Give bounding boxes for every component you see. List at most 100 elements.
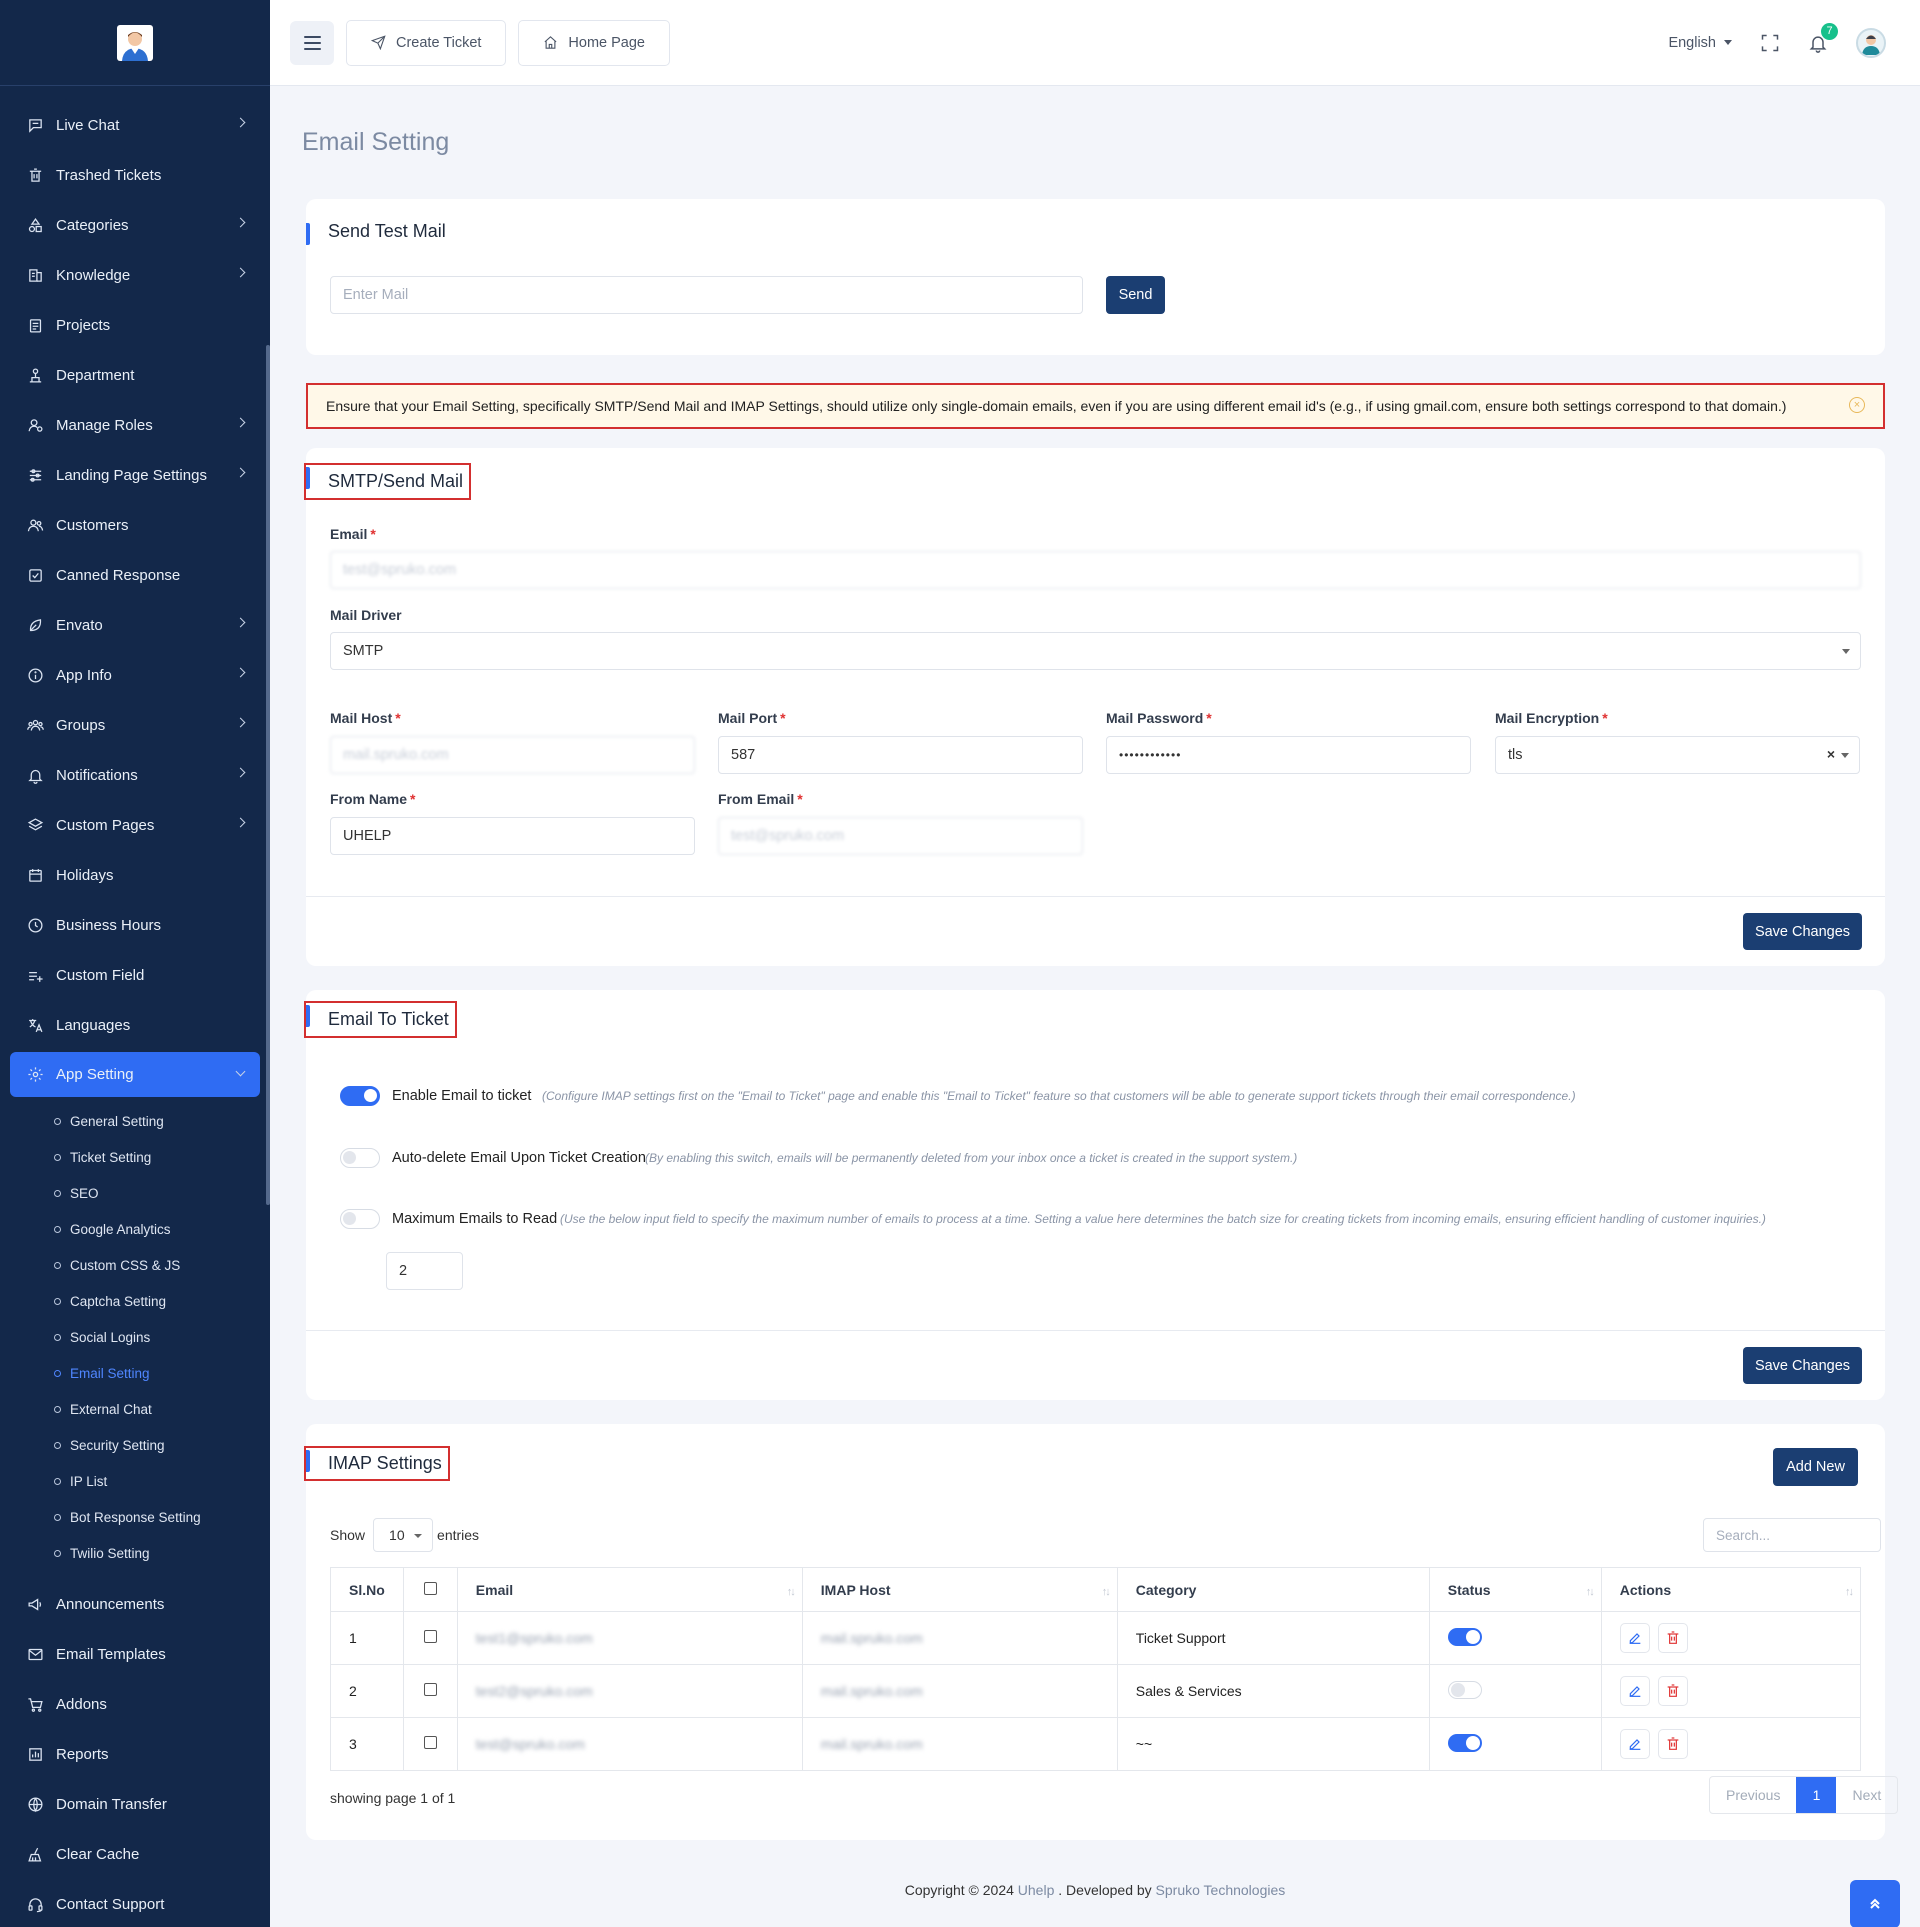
sidebar-logo[interactable] (0, 0, 270, 86)
clear-icon[interactable]: × (1827, 746, 1835, 762)
column-header-status[interactable]: Status ↑↓ (1428, 1567, 1602, 1612)
sidebar-item-email-templates[interactable]: Email Templates (0, 1629, 270, 1679)
toggle-auto-delete-email-upon-ticket-creation[interactable] (340, 1148, 380, 1168)
sidebar-item-canned-response[interactable]: Canned Response (0, 550, 270, 600)
toggle-enable-email-to-ticket[interactable] (340, 1086, 380, 1106)
trash-icon (1667, 1684, 1679, 1697)
entries-select[interactable]: 10 (373, 1518, 434, 1552)
close-icon[interactable]: × (1849, 397, 1865, 413)
from-email-input[interactable]: test@spruko.com (718, 817, 1083, 855)
mail-encryption-select[interactable]: tls × (1495, 736, 1860, 774)
sidebar-item-groups[interactable]: Groups (0, 700, 270, 750)
edit-button[interactable] (1619, 1623, 1650, 1653)
sidebar-item-custom-field[interactable]: Custom Field (0, 950, 270, 1000)
submenu-item-general-setting[interactable]: General Setting (0, 1103, 270, 1139)
footer-company-link[interactable]: Spruko Technologies (1156, 1882, 1286, 1898)
sidebar-item-label: Clear Cache (56, 1845, 140, 1863)
sidebar-scrollbar[interactable] (266, 345, 270, 1205)
submenu-item-security-setting[interactable]: Security Setting (0, 1427, 270, 1463)
select-all-checkbox[interactable] (423, 1581, 437, 1595)
create-ticket-button[interactable]: Create Ticket (346, 19, 507, 66)
sidebar-item-holidays[interactable]: Holidays (0, 850, 270, 900)
sidebar-item-custom-pages[interactable]: Custom Pages (0, 800, 270, 850)
delete-button[interactable] (1657, 1623, 1688, 1653)
submenu-item-email-setting[interactable]: Email Setting (0, 1355, 270, 1391)
status-toggle[interactable] (1447, 1627, 1482, 1646)
delete-button[interactable] (1657, 1729, 1688, 1759)
max-emails-input[interactable]: 2 (386, 1252, 463, 1290)
sidebar-item-announcements[interactable]: Announcements (0, 1579, 270, 1629)
submenu-item-ip-list[interactable]: IP List (0, 1463, 270, 1499)
sidebar-item-notifications[interactable]: Notifications (0, 750, 270, 800)
home-page-button[interactable]: Home Page (518, 19, 670, 66)
language-dropdown[interactable]: English (1668, 35, 1732, 51)
column-header-slno[interactable]: Sl.No (330, 1567, 404, 1612)
row-checkbox[interactable] (423, 1736, 437, 1749)
sidebar-item-live-chat[interactable]: Live Chat (0, 100, 270, 150)
sidebar-item-contact-support[interactable]: Contact Support (0, 1879, 270, 1927)
row-checkbox[interactable] (423, 1630, 437, 1643)
mail-host-input[interactable]: mail.spruko.com (330, 736, 695, 774)
submenu-item-bot-response-setting[interactable]: Bot Response Setting (0, 1499, 270, 1535)
add-new-button[interactable]: Add New (1773, 1448, 1858, 1486)
smtp-save-button[interactable]: Save Changes (1743, 913, 1862, 950)
sidebar-item-projects[interactable]: Projects (0, 300, 270, 350)
from-name-input[interactable]: UHELP (330, 817, 695, 855)
column-header-category[interactable]: Category (1116, 1567, 1430, 1612)
table-search-input[interactable]: Search... (1703, 1518, 1881, 1552)
row-checkbox[interactable] (423, 1683, 437, 1696)
footer-brand-link[interactable]: Uhelp (1018, 1882, 1055, 1898)
status-toggle[interactable] (1447, 1733, 1482, 1752)
notifications-button[interactable]: 7 (1808, 22, 1838, 53)
sidebar-item-languages[interactable]: Languages (0, 1000, 270, 1050)
send-button[interactable]: Send (1106, 276, 1165, 314)
sidebar-item-app-setting[interactable]: App Setting (10, 1052, 260, 1097)
sidebar-item-addons[interactable]: Addons (0, 1679, 270, 1729)
sidebar-item-knowledge[interactable]: Knowledge (0, 250, 270, 300)
back-to-top-button[interactable] (1850, 1880, 1900, 1927)
sidebar-item-app-info[interactable]: App Info (0, 650, 270, 700)
fullscreen-button[interactable] (1760, 33, 1780, 53)
submenu-item-custom-css-js[interactable]: Custom CSS & JS (0, 1247, 270, 1283)
menu-toggle-button[interactable] (290, 20, 334, 65)
column-header-actions[interactable]: Actions ↑↓ (1600, 1567, 1862, 1612)
status-toggle[interactable] (1447, 1680, 1482, 1699)
delete-button[interactable] (1657, 1676, 1688, 1706)
sidebar-item-clear-cache[interactable]: Clear Cache (0, 1829, 270, 1879)
user-avatar-icon (1862, 34, 1880, 55)
submenu-item-google-analytics[interactable]: Google Analytics (0, 1211, 270, 1247)
mail-password-input[interactable]: •••••••••••• (1106, 736, 1471, 774)
email-to-ticket-save-button[interactable]: Save Changes (1743, 1347, 1862, 1384)
smtp-email-input[interactable]: test@spruko.com (330, 551, 1861, 589)
edit-button[interactable] (1619, 1676, 1650, 1706)
submenu-item-twilio-setting[interactable]: Twilio Setting (0, 1535, 270, 1571)
sidebar-item-business-hours[interactable]: Business Hours (0, 900, 270, 950)
submenu-item-social-logins[interactable]: Social Logins (0, 1319, 270, 1355)
sidebar-item-label: Custom Pages (56, 816, 155, 834)
submenu-item-external-chat[interactable]: External Chat (0, 1391, 270, 1427)
previous-page-button[interactable]: Previous (1710, 1777, 1796, 1813)
mail-driver-select[interactable]: SMTP (330, 632, 1861, 670)
mail-driver-value: SMTP (343, 643, 384, 659)
submenu-item-ticket-setting[interactable]: Ticket Setting (0, 1139, 270, 1175)
page-1-button[interactable]: 1 (1796, 1777, 1837, 1813)
sidebar-item-reports[interactable]: Reports (0, 1729, 270, 1779)
sidebar-item-categories[interactable]: Categories (0, 200, 270, 250)
submenu-item-captcha-setting[interactable]: Captcha Setting (0, 1283, 270, 1319)
next-page-button[interactable]: Next (1836, 1777, 1897, 1813)
column-header-imap-host[interactable]: IMAP Host ↑↓ (801, 1567, 1118, 1612)
mail-port-input[interactable]: 587 (718, 736, 1083, 774)
sidebar-item-department[interactable]: Department (0, 350, 270, 400)
test-mail-input[interactable]: Enter Mail (330, 276, 1083, 314)
user-avatar[interactable] (1856, 27, 1886, 58)
column-header-email[interactable]: Email ↑↓ (456, 1567, 803, 1612)
sidebar-item-trashed-tickets[interactable]: Trashed Tickets (0, 150, 270, 200)
sidebar-item-landing-page-settings[interactable]: Landing Page Settings (0, 450, 270, 500)
sidebar-item-domain-transfer[interactable]: Domain Transfer (0, 1779, 270, 1829)
toggle-maximum-emails-to-read[interactable] (340, 1209, 380, 1229)
sidebar-item-customers[interactable]: Customers (0, 500, 270, 550)
edit-button[interactable] (1619, 1729, 1650, 1759)
submenu-item-seo[interactable]: SEO (0, 1175, 270, 1211)
sidebar-item-envato[interactable]: Envato (0, 600, 270, 650)
sidebar-item-manage-roles[interactable]: Manage Roles (0, 400, 270, 450)
